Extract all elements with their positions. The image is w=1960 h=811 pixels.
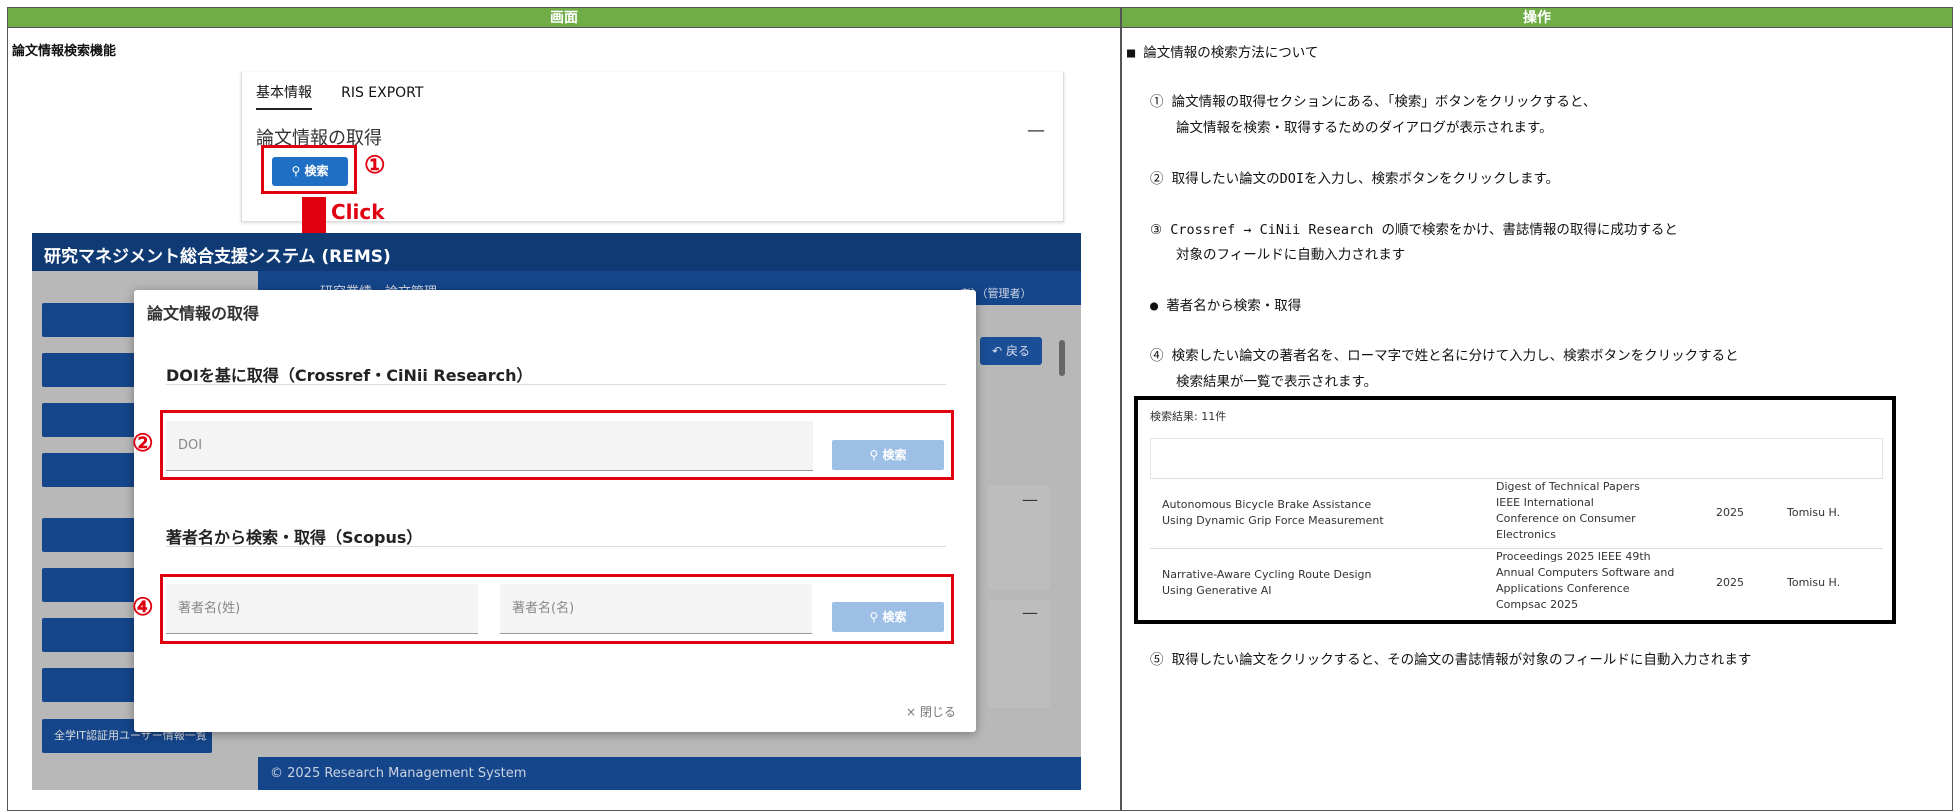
highlight-box-4	[160, 574, 954, 644]
scrollbar-thumb[interactable]	[1059, 340, 1065, 376]
marker-1: ①	[364, 150, 386, 179]
scrollbar[interactable]	[1058, 330, 1066, 690]
highlight-box-1	[261, 145, 357, 194]
step5: ⑤ 取得したい論文をクリックすると、その論文の書誌情報が対象のフィールドに自動入…	[1150, 652, 1752, 668]
results-table-header	[1150, 438, 1883, 478]
result-author: Tomisu H.	[1787, 576, 1841, 589]
marker-2: ②	[132, 428, 154, 457]
main-panel-1	[988, 485, 1050, 590]
main-panel-2	[988, 600, 1050, 708]
result-title: Autonomous Bicycle Brake Assistance Usin…	[1162, 498, 1384, 527]
back-icon: ↶	[992, 344, 1003, 358]
app-title: 研究マネジメント総合支援システム (REMS)	[44, 247, 391, 267]
collapse-icon[interactable]: —	[1022, 603, 1038, 622]
right-column-header: 操作	[1121, 7, 1953, 28]
step4-line2: 検索結果が一覧で表示されます。	[1176, 374, 1378, 390]
result-venue: Digest of Technical Papers IEEE Internat…	[1496, 480, 1640, 541]
back-button-label: 戻る	[1005, 344, 1030, 358]
divider	[166, 384, 946, 385]
result-year: 2025	[1716, 506, 1744, 519]
back-button[interactable]: ↶ 戻る	[980, 337, 1042, 365]
dialog-close-button[interactable]: × 閉じる	[906, 703, 956, 720]
marker-4: ④	[132, 592, 154, 621]
tab-basic-info[interactable]: 基本情報	[256, 82, 312, 110]
search-dialog	[134, 290, 976, 732]
highlight-box-2	[160, 410, 954, 480]
search-results-panel: 検索結果: 11件 Autonomous Bicycle Brake Assis…	[1134, 396, 1896, 624]
results-count: 検索結果: 11件	[1150, 410, 1227, 423]
collapse-icon[interactable]: —	[1022, 490, 1038, 509]
app-footer-text: © 2025 Research Management System	[270, 766, 527, 781]
collapse-icon[interactable]: —	[1027, 120, 1045, 141]
step1-line2: 論文情報を検索・取得するためのダイアログが表示されます。	[1176, 120, 1553, 136]
author-section-title: 著者名から検索・取得（Scopus）	[166, 528, 423, 547]
step2: ② 取得したい論文のDOIを入力し、検索ボタンをクリックします。	[1150, 171, 1560, 187]
dialog-title: 論文情報の取得	[147, 304, 260, 323]
table-row[interactable]: Autonomous Bicycle Brake Assistance Usin…	[1150, 478, 1883, 548]
result-author: Tomisu H.	[1787, 506, 1841, 519]
step4-line1: ④ 検索したい論文の著者名を、ローマ字で姓と名に分けて入力し、検索ボタンをクリッ…	[1150, 348, 1739, 364]
step3-line2: 対象のフィールドに自動入力されます	[1176, 247, 1406, 263]
result-venue: Proceedings 2025 IEEE 49th Annual Comput…	[1496, 550, 1675, 611]
section-title: 論文情報検索機能	[12, 44, 117, 59]
bullet-author-search: ● 著者名から検索・取得	[1150, 298, 1302, 314]
left-column-header: 画面	[7, 7, 1121, 28]
step3-line1: ③ Crossref → CiNii Research の順で検索をかけ、書誌情…	[1150, 222, 1678, 238]
divider	[166, 546, 946, 547]
result-year: 2025	[1716, 576, 1744, 589]
doi-section-title: DOIを基に取得（Crossref・CiNii Research）	[166, 366, 533, 385]
table-row[interactable]: Narrative-Aware Cycling Route Design Usi…	[1150, 548, 1883, 618]
tab-bar: 基本情報 RIS EXPORT	[256, 82, 447, 110]
tab-ris-export[interactable]: RIS EXPORT	[341, 85, 423, 107]
click-label: Click	[331, 200, 385, 224]
result-title: Narrative-Aware Cycling Route Design Usi…	[1162, 568, 1372, 597]
step1-line1: ① 論文情報の取得セクションにある、「検索」ボタンをクリックすると、	[1150, 94, 1597, 110]
right-heading: ■ 論文情報の検索方法について	[1127, 45, 1319, 61]
